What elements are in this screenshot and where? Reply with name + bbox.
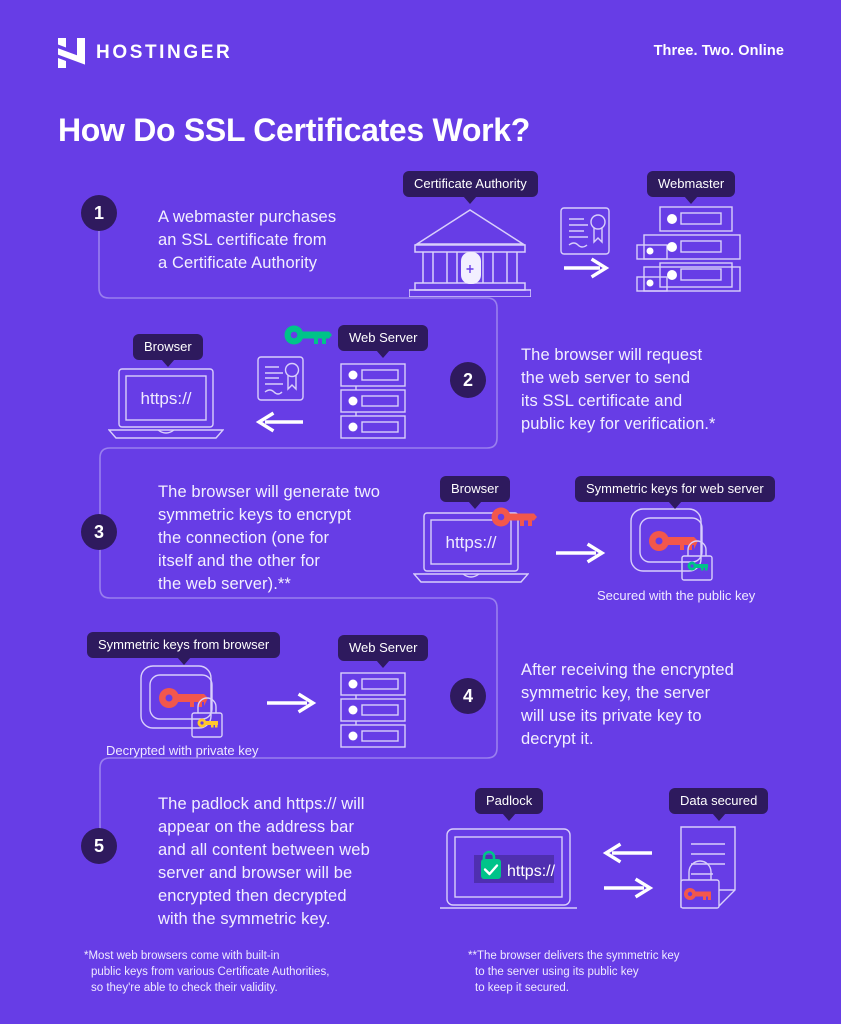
encrypted-key-lock-icon-step3: [630, 508, 713, 581]
step-4-line-4: decrypt it.: [521, 730, 594, 748]
badge-data-secured: Data secured: [669, 788, 769, 814]
step-2-line-1: The browser will request: [521, 346, 703, 364]
step-1-line-1: A webmaster purchases: [158, 208, 337, 226]
step-5-line-5: encrypted then decrypted: [158, 887, 347, 905]
step-number-5: 5: [81, 828, 117, 864]
step-4-line-3: will use its private key to: [521, 707, 702, 725]
server-rack-icon-step4: [340, 672, 406, 748]
footnote-1-line-3: so they're able to check their validity.: [91, 982, 278, 994]
badge-symmetric-keys-web-server: Symmetric keys for web server: [575, 476, 775, 502]
bank-icon: [409, 209, 531, 297]
step-number-3: 3: [81, 514, 117, 550]
page-header: HOSTINGER Three. Two. Online: [0, 38, 841, 74]
badge-web-server-step4: Web Server: [338, 635, 429, 661]
step-5-line-1: The padlock and https:// will: [158, 795, 365, 813]
brand-tagline: Three. Two. Online: [653, 43, 784, 59]
step-4-line-2: symmetric key, the server: [521, 684, 711, 702]
step-1-line-3: a Certificate Authority: [158, 254, 318, 272]
laptop-url-text-step2: https://: [140, 389, 191, 408]
badge-web-server-step2: Web Server: [338, 325, 429, 351]
step-4-text: After receiving the encrypted symmetric …: [521, 659, 791, 751]
step-3-line-1: The browser will generate two: [158, 483, 381, 501]
step-5-line-6: with the symmetric key.: [158, 910, 331, 928]
laptop-url-text-step5: https://: [507, 863, 556, 880]
footnote-2-line-1: **The browser delivers the symmetric key: [468, 950, 680, 962]
footnote-2-line-2: to the server using its public key: [475, 966, 639, 978]
certificate-icon-step2: [257, 356, 304, 401]
brand-logo-text: HOSTINGER: [96, 42, 233, 63]
infographic-page: HOSTINGER Three. Two. Online How Do SSL …: [0, 0, 841, 1024]
badge-certificate-authority: Certificate Authority: [403, 171, 538, 197]
server-stack-icon: [636, 206, 741, 292]
certificate-icon: [560, 207, 610, 255]
step-number-1: 1: [81, 195, 117, 231]
arrow-right-icon-step5: [604, 877, 654, 899]
red-key-icon-step3: [491, 507, 537, 527]
green-key-icon: [284, 325, 332, 345]
arrow-right-icon-step3: [556, 542, 606, 564]
step-2-line-2: the web server to send: [521, 369, 691, 387]
step-5-line-3: and all content between web: [158, 841, 370, 859]
step-3-line-4: itself and the other for: [158, 552, 320, 570]
laptop-https-icon: https://: [108, 368, 224, 439]
footnote-1-line-2: public keys from various Certificate Aut…: [91, 966, 330, 978]
footnote-1-line-1: *Most web browsers come with built-in: [84, 950, 280, 962]
step-5-line-2: appear on the address bar: [158, 818, 355, 836]
step-2-text: The browser will request the web server …: [521, 344, 781, 436]
step-4-line-1: After receiving the encrypted: [521, 661, 734, 679]
step-5-line-4: server and browser will be: [158, 864, 353, 882]
step-2-line-3: its SSL certificate and: [521, 392, 683, 410]
arrow-right-icon-step4: [267, 692, 317, 714]
badge-padlock: Padlock: [475, 788, 544, 814]
step-1-line-2: an SSL certificate from: [158, 231, 327, 249]
badge-browser-step2: Browser: [133, 334, 203, 360]
step-3-line-3: the connection (one for: [158, 529, 330, 547]
secured-document-icon: [680, 826, 736, 909]
step-3-line-2: symmetric keys to encrypt: [158, 506, 352, 524]
step-3-text: The browser will generate two symmetric …: [158, 481, 448, 596]
footnote-2: **The browser delivers the symmetric key…: [468, 948, 680, 996]
arrow-left-icon-step2: [255, 411, 303, 433]
caption-secured-public-key: Secured with the public key: [597, 588, 756, 603]
step-1-text: A webmaster purchases an SSL certificate…: [158, 206, 408, 275]
footnote-2-line-3: to keep it secured.: [475, 982, 569, 994]
step-2-line-4: public key for verification.*: [521, 415, 716, 433]
caption-decrypted-private-key: Decrypted with private key: [106, 743, 259, 758]
badge-webmaster: Webmaster: [647, 171, 736, 197]
laptop-address-bar-icon: https://: [440, 828, 577, 909]
encrypted-key-lock-icon-step4: [140, 665, 223, 738]
step-3-line-5: the web server).**: [158, 575, 291, 593]
badge-browser-step3: Browser: [440, 476, 510, 502]
hostinger-h-logo-icon: [58, 38, 85, 68]
step-number-4: 4: [450, 678, 486, 714]
brand-logo: HOSTINGER: [58, 38, 232, 68]
footnote-1: *Most web browsers come with built-in pu…: [84, 948, 329, 996]
badge-symmetric-keys-from-browser: Symmetric keys from browser: [87, 632, 281, 658]
step-number-2: 2: [450, 362, 486, 398]
arrow-left-icon-step5: [602, 842, 652, 864]
step-5-text: The padlock and https:// will appear on …: [158, 793, 448, 931]
laptop-url-text-step3: https://: [445, 533, 496, 552]
arrow-right-icon: [564, 257, 610, 279]
page-title: How Do SSL Certificates Work?: [58, 112, 530, 148]
server-rack-icon-step2: [340, 363, 406, 439]
